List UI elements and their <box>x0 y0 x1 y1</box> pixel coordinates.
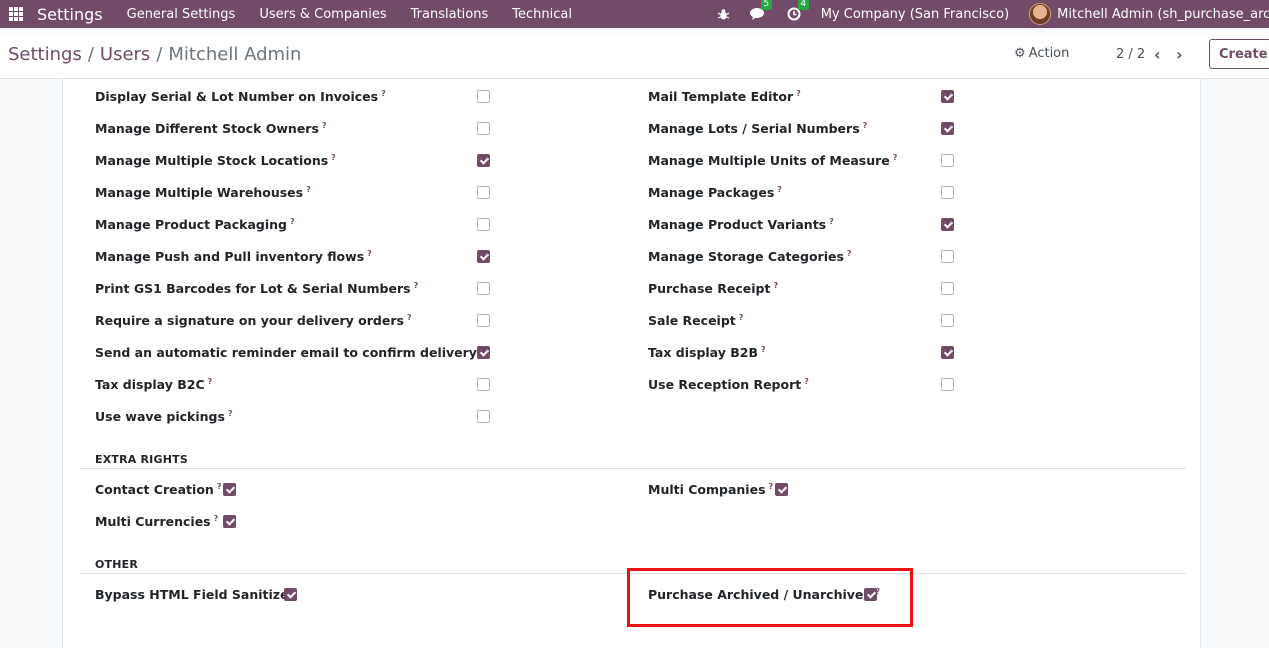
field-label: Send an automatic reminder email to conf… <box>95 345 485 361</box>
field-label: Sale Receipt? <box>648 313 744 329</box>
field-label: Display Serial & Lot Number on Invoices? <box>95 89 386 105</box>
field-label: Manage Different Stock Owners? <box>95 121 327 137</box>
field-label: Print GS1 Barcodes for Lot & Serial Numb… <box>95 281 419 297</box>
checkbox-contact-creation[interactable] <box>223 483 236 496</box>
breadcrumb-settings[interactable]: Settings <box>8 44 82 65</box>
create-button[interactable]: Create <box>1209 39 1269 69</box>
field-label: Multi Currencies? <box>95 514 219 530</box>
checkbox[interactable] <box>477 186 490 199</box>
checkbox[interactable] <box>477 250 490 263</box>
field-label: Use Reception Report? <box>648 377 809 393</box>
breadcrumb-users[interactable]: Users <box>100 44 150 65</box>
activities-clock-icon[interactable]: 4 <box>787 0 809 21</box>
section-extra-rights-title: EXTRA RIGHTS <box>95 453 188 466</box>
bug-icon[interactable] <box>717 8 730 21</box>
gear-icon: ⚙ <box>1014 46 1026 61</box>
field-label: Manage Multiple Warehouses? <box>95 185 311 201</box>
checkbox[interactable] <box>941 154 954 167</box>
checkbox[interactable] <box>941 346 954 359</box>
app-brand[interactable]: Settings <box>37 5 103 24</box>
chevron-left-icon[interactable]: ‹ <box>1154 45 1161 64</box>
apps-menu-icon[interactable] <box>9 7 23 21</box>
checkbox-multi-companies[interactable] <box>775 483 788 496</box>
field-label: Require a signature on your delivery ord… <box>95 313 412 329</box>
field-label: Tax display B2B? <box>648 345 766 361</box>
field-label: Manage Product Variants? <box>648 217 834 233</box>
checkbox-bypass-html-sanitize[interactable] <box>284 588 297 601</box>
checkbox[interactable] <box>477 346 490 359</box>
menu-translations[interactable]: Translations <box>411 7 489 22</box>
messages-count-badge: 5 <box>760 0 772 10</box>
field-label: Manage Product Packaging? <box>95 217 295 233</box>
field-label: Tax display B2C? <box>95 377 213 393</box>
user-menu[interactable]: Mitchell Admin (sh_purchase_archive_Adv <box>1057 7 1269 22</box>
checkbox[interactable] <box>477 154 490 167</box>
checkbox[interactable] <box>941 314 954 327</box>
user-avatar[interactable] <box>1029 3 1052 25</box>
field-label: Mail Template Editor? <box>648 89 801 105</box>
section-divider <box>80 468 1186 469</box>
field-label: Multi Companies? <box>648 482 774 498</box>
checkbox[interactable] <box>941 186 954 199</box>
checkbox-multi-currencies[interactable] <box>223 515 236 528</box>
breadcrumb-current: Mitchell Admin <box>168 44 302 65</box>
field-label: Manage Multiple Units of Measure? <box>648 153 898 169</box>
action-label: Action <box>1028 46 1070 61</box>
checkbox[interactable] <box>477 282 490 295</box>
checkbox[interactable] <box>477 90 490 103</box>
menu-users-companies[interactable]: Users & Companies <box>259 7 386 22</box>
field-label: Manage Packages? <box>648 185 782 201</box>
checkbox[interactable] <box>477 314 490 327</box>
checkbox[interactable] <box>941 378 954 391</box>
checkbox[interactable] <box>477 410 490 423</box>
checkbox[interactable] <box>941 282 954 295</box>
field-label: Purchase Receipt? <box>648 281 779 297</box>
checkbox[interactable] <box>941 218 954 231</box>
checkbox[interactable] <box>477 122 490 135</box>
breadcrumb: Settings / Users / Mitchell Admin <box>8 44 301 65</box>
checkbox[interactable] <box>941 90 954 103</box>
breadcrumb-separator: / <box>156 44 163 65</box>
systray: 5 4 My Company (San Francisco) Mitchell … <box>717 0 1269 28</box>
checkbox[interactable] <box>477 218 490 231</box>
section-other-title: OTHER <box>95 558 139 571</box>
field-label: Manage Storage Categories? <box>648 249 852 265</box>
messages-icon[interactable]: 5 <box>749 0 772 21</box>
pager-value[interactable]: 2 / 2 <box>1116 47 1145 62</box>
breadcrumb-separator: / <box>87 44 94 65</box>
company-switcher[interactable]: My Company (San Francisco) <box>821 7 1009 22</box>
menu-technical[interactable]: Technical <box>512 7 572 22</box>
field-label: Bypass HTML Field Sanitize? <box>95 587 296 603</box>
field-label: Manage Lots / Serial Numbers? <box>648 121 868 137</box>
activities-count-badge: 4 <box>797 0 809 10</box>
checkbox[interactable] <box>941 250 954 263</box>
action-button[interactable]: ⚙ Action <box>1014 46 1069 61</box>
checkbox[interactable] <box>941 122 954 135</box>
field-label: Manage Push and Pull inventory flows? <box>95 249 372 265</box>
top-navbar: Settings General Settings Users & Compan… <box>0 0 1269 28</box>
checkbox[interactable] <box>477 378 490 391</box>
field-label: Use wave pickings? <box>95 409 233 425</box>
field-label: Contact Creation? <box>95 482 222 498</box>
field-label: Manage Multiple Stock Locations? <box>95 153 336 169</box>
control-panel: Settings / Users / Mitchell Admin ⚙ Action 2… <box>0 33 1269 79</box>
menu-general-settings[interactable]: General Settings <box>127 7 236 22</box>
chevron-right-icon[interactable]: › <box>1176 45 1183 64</box>
highlight-annotation-box <box>627 568 913 627</box>
